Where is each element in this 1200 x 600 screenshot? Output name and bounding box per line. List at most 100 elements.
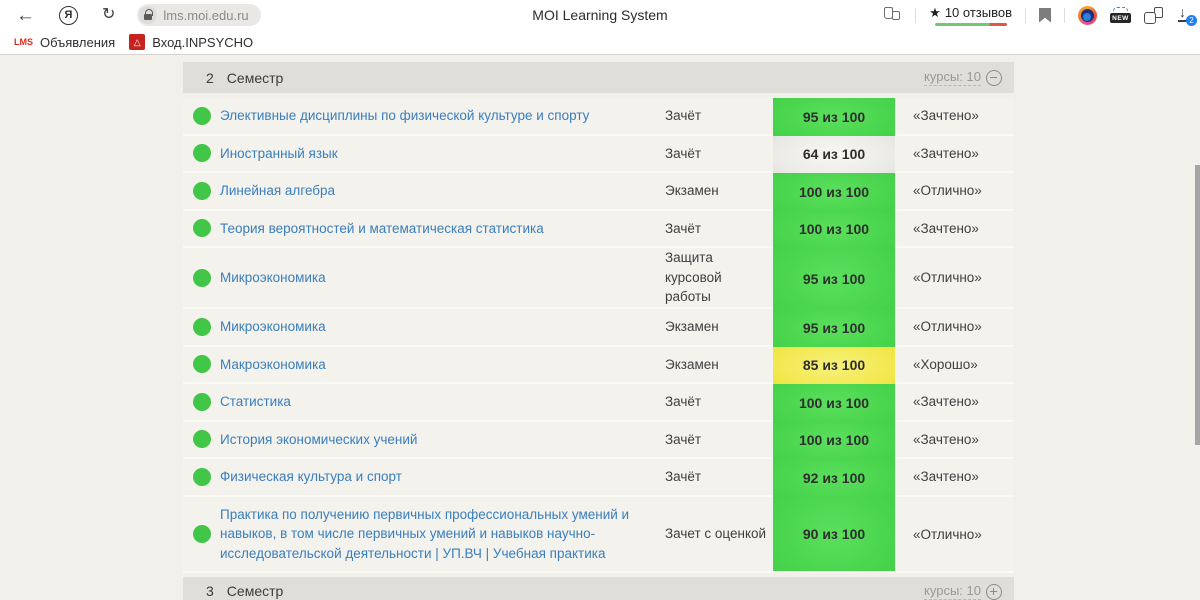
course-link[interactable]: Линейная алгебра bbox=[220, 173, 665, 209]
courses-count-link[interactable]: курсы: 10 bbox=[924, 583, 981, 600]
expand-icon[interactable] bbox=[986, 583, 1002, 600]
table-row: Практика по получению первичных професси… bbox=[183, 496, 1014, 574]
whats-new-icon[interactable]: NEW bbox=[1110, 7, 1131, 23]
course-link[interactable]: История экономических учений bbox=[220, 422, 665, 458]
bookmark-icon[interactable] bbox=[1039, 7, 1051, 23]
status-dot bbox=[192, 106, 211, 125]
status-dot bbox=[192, 181, 211, 200]
status-dot bbox=[192, 392, 211, 411]
courses-count-link[interactable]: курсы: 10 bbox=[924, 69, 981, 86]
grade-text: «Зачтено» bbox=[913, 431, 979, 447]
course-link[interactable]: Физическая культура и спорт bbox=[220, 459, 665, 495]
score-box: 100 из 100 bbox=[773, 421, 895, 460]
grade-text: «Отлично» bbox=[913, 183, 982, 199]
downloads-icon[interactable]: ↓ 2 bbox=[1176, 4, 1197, 26]
scrollbar-thumb[interactable] bbox=[1195, 165, 1200, 445]
course-link[interactable]: Статистика bbox=[220, 384, 665, 420]
bookmark-label: Вход.INPSYCHO bbox=[152, 34, 254, 50]
semester-2-header: 2 Семестр курсы: 10 bbox=[183, 62, 1014, 93]
score-box: 95 из 100 bbox=[773, 248, 895, 309]
score-box: 85 из 100 bbox=[773, 346, 895, 385]
control-type: Зачёт bbox=[665, 431, 702, 447]
grade-text: «Зачтено» bbox=[913, 145, 979, 161]
downloads-badge: 2 bbox=[1186, 15, 1197, 26]
toolbar-separator bbox=[915, 7, 917, 23]
status-dot bbox=[192, 268, 211, 287]
status-dot-cell bbox=[183, 268, 220, 287]
score-box: 100 из 100 bbox=[773, 384, 895, 422]
reviews-label: 10 отзывов bbox=[944, 5, 1012, 20]
table-row: Макроэкономика Экзамен 85 из 100 «Хорошо… bbox=[183, 346, 1014, 385]
lms-favicon: LMS bbox=[14, 37, 33, 47]
grade-text: «Зачтено» bbox=[913, 108, 979, 124]
grade-text: «Зачтено» bbox=[913, 394, 979, 410]
bookmark-item-inpsycho[interactable]: △ Вход.INPSYCHO bbox=[129, 34, 253, 50]
address-bar[interactable]: lms.moi.edu.ru bbox=[137, 4, 261, 26]
course-link[interactable]: Теория вероятностей и математическая ста… bbox=[220, 211, 665, 247]
refresh-icon[interactable]: ↻ bbox=[102, 7, 115, 23]
bookmark-item-announcements[interactable]: LMS Объявления bbox=[14, 35, 115, 50]
course-link[interactable]: Практика по получению первичных професси… bbox=[220, 497, 665, 572]
control-type: Экзамен bbox=[665, 356, 719, 372]
course-link[interactable]: Микроэкономика bbox=[220, 260, 665, 296]
table-row: Теория вероятностей и математическая ста… bbox=[183, 210, 1014, 249]
status-dot-cell bbox=[183, 106, 220, 125]
semester-number: 3 bbox=[206, 583, 214, 599]
status-dot-cell bbox=[183, 392, 220, 411]
score-box: 92 из 100 bbox=[773, 459, 895, 497]
status-dot-cell bbox=[183, 430, 220, 449]
bookmarks-bar: LMS Объявления △ Вход.INPSYCHO bbox=[0, 30, 1200, 55]
browser-toolbar: ← Я ↻ lms.moi.edu.ru MOI Learning System… bbox=[0, 0, 1200, 30]
score-box: 100 из 100 bbox=[773, 210, 895, 249]
star-icon: ★ bbox=[929, 4, 941, 20]
status-dot bbox=[192, 430, 211, 449]
grades-table: Элективные дисциплины по физической куль… bbox=[183, 98, 1014, 574]
collections-icon[interactable] bbox=[884, 7, 902, 23]
lock-icon[interactable] bbox=[139, 6, 158, 24]
grade-text: «Хорошо» bbox=[913, 356, 978, 372]
control-type: Зачёт bbox=[665, 394, 702, 410]
score-box: 90 из 100 bbox=[773, 496, 895, 572]
url-text: lms.moi.edu.ru bbox=[163, 7, 249, 23]
grade-text: «Зачтено» bbox=[913, 220, 979, 236]
score-box: 100 из 100 bbox=[773, 173, 895, 211]
status-dot bbox=[192, 144, 211, 163]
status-dot-cell bbox=[183, 525, 220, 544]
bookmark-label: Объявления bbox=[40, 34, 116, 50]
collapse-icon[interactable] bbox=[986, 69, 1002, 86]
new-badge-label: NEW bbox=[1110, 13, 1131, 23]
table-row: Иностранный язык Зачёт 64 из 100 «Зачтен… bbox=[183, 135, 1014, 174]
site-reviews-widget[interactable]: ★ 10 отзывов bbox=[929, 5, 1012, 26]
status-dot-cell bbox=[183, 467, 220, 486]
score-box: 95 из 100 bbox=[773, 98, 895, 136]
semester-label: Семестр bbox=[226, 583, 284, 599]
semester-3-header: 3 Семестр курсы: 10 bbox=[183, 577, 1014, 600]
back-icon[interactable]: ← bbox=[16, 6, 35, 25]
table-row: Микроэкономика Защита курсовой работы 95… bbox=[183, 248, 1014, 309]
extension-icon[interactable] bbox=[1078, 5, 1097, 25]
table-row: Элективные дисциплины по физической куль… bbox=[183, 98, 1014, 136]
control-type: Зачёт bbox=[665, 145, 702, 161]
toolbar-separator bbox=[1064, 7, 1065, 23]
course-link[interactable]: Микроэкономика bbox=[220, 309, 665, 345]
control-type: Зачет с оценкой bbox=[665, 526, 767, 542]
status-dot-cell bbox=[183, 219, 220, 238]
grade-text: «Отлично» bbox=[913, 319, 982, 335]
status-dot bbox=[192, 355, 211, 374]
status-dot-cell bbox=[183, 144, 220, 163]
status-dot-cell bbox=[183, 317, 220, 336]
yandex-browser-icon[interactable]: Я bbox=[59, 5, 78, 25]
semester-label: Семестр bbox=[226, 69, 284, 86]
inpsycho-favicon: △ bbox=[129, 34, 146, 50]
course-link[interactable]: Макроэкономика bbox=[220, 347, 665, 383]
control-type: Зачёт bbox=[665, 220, 702, 236]
course-link[interactable]: Элективные дисциплины по физической куль… bbox=[220, 98, 665, 134]
course-link[interactable]: Иностранный язык bbox=[220, 136, 665, 172]
score-box: 64 из 100 bbox=[773, 135, 895, 174]
tab-groups-icon[interactable] bbox=[1144, 6, 1163, 24]
table-row: Микроэкономика Экзамен 95 из 100 «Отличн… bbox=[183, 308, 1014, 347]
toolbar-separator bbox=[1025, 7, 1026, 23]
table-row: История экономических учений Зачёт 100 и… bbox=[183, 421, 1014, 460]
control-type: Экзамен bbox=[665, 318, 719, 334]
table-row: Физическая культура и спорт Зачёт 92 из … bbox=[183, 459, 1014, 497]
